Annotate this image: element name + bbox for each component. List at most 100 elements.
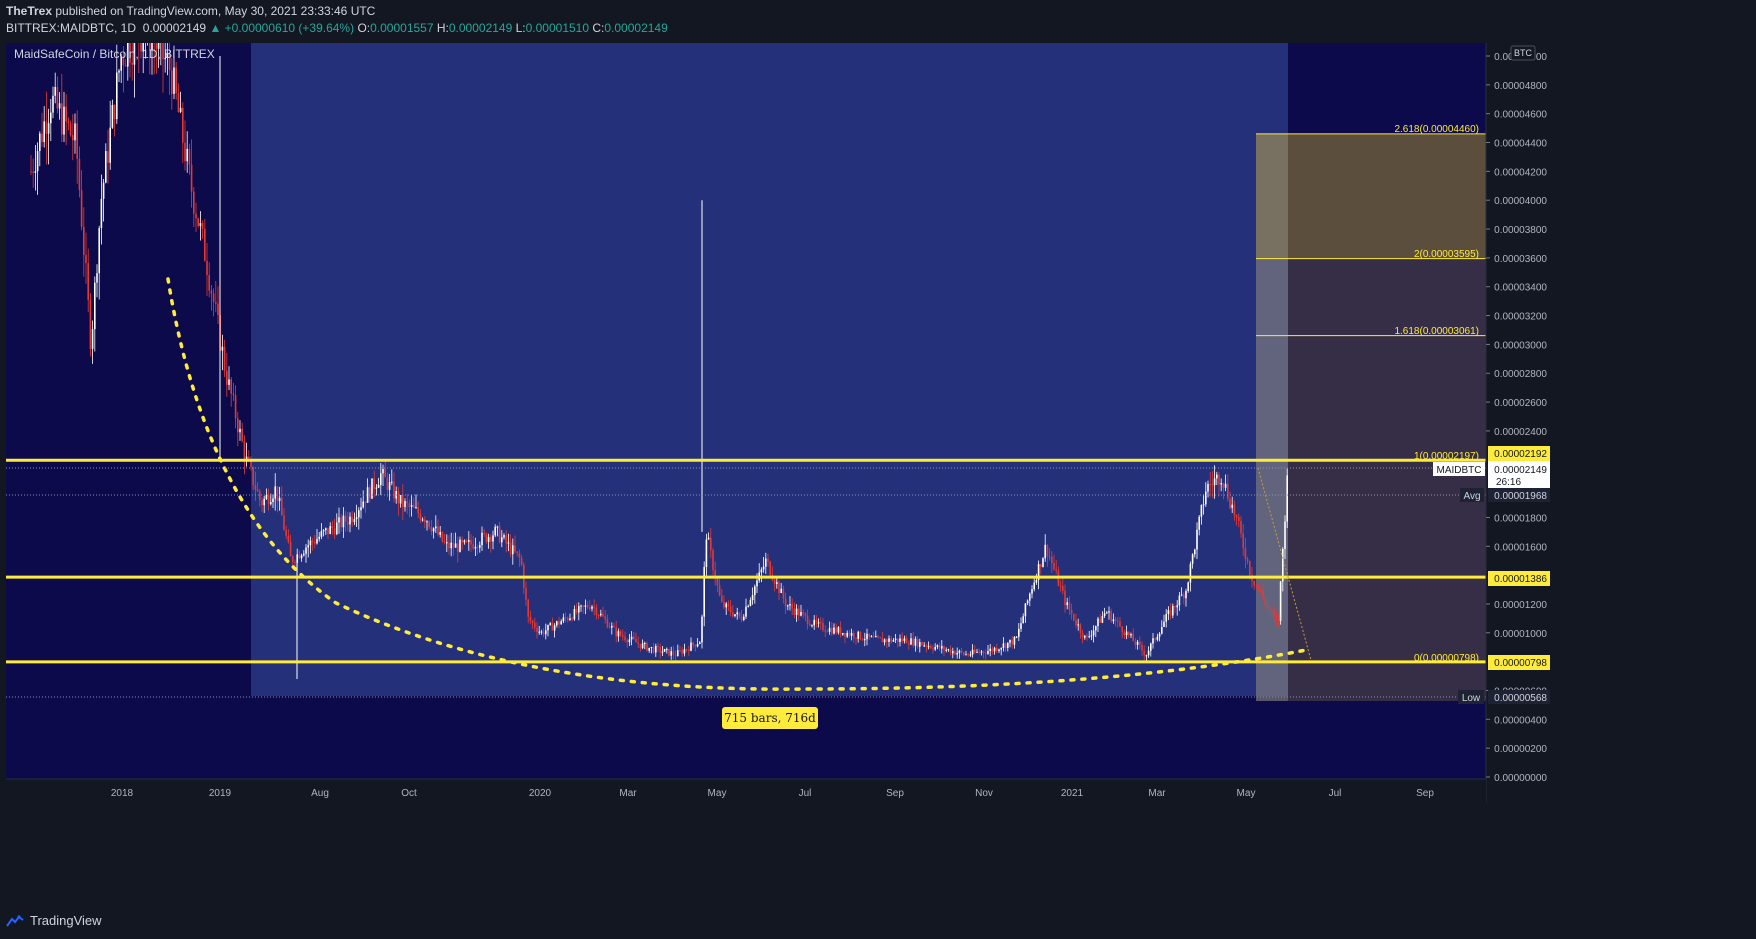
candle-body (890, 638, 892, 642)
candle-body (316, 538, 318, 544)
candle-body (820, 622, 822, 624)
candle-body (333, 528, 336, 535)
candle-body (113, 104, 116, 120)
candle-body (1143, 650, 1145, 656)
candle-body (1147, 650, 1150, 656)
candle-body (1064, 590, 1066, 606)
candle-body (186, 148, 188, 162)
candle-body (769, 561, 771, 576)
candle-body (490, 536, 492, 542)
candle-body (100, 198, 103, 229)
candle-body (285, 529, 287, 536)
candle-body (1123, 632, 1126, 636)
candle-body (892, 640, 895, 642)
candle-body (492, 535, 494, 542)
candle-body (1194, 549, 1196, 555)
candle-body (1176, 605, 1178, 608)
candle-body (866, 633, 868, 640)
candle-body (1156, 636, 1159, 640)
candle-body (527, 599, 529, 617)
candle-body (358, 510, 360, 518)
candle-body (384, 468, 386, 478)
candle-body (1114, 619, 1117, 621)
candle-body (809, 624, 811, 626)
candle-body (943, 646, 945, 651)
candle-body (732, 612, 734, 617)
candle-body (542, 631, 545, 635)
candle-body (1233, 504, 1236, 516)
candle-body (1055, 569, 1057, 571)
candle-body (1033, 582, 1035, 590)
price-chart[interactable]: MaidSafeCoin / Bitcoin, 1D, BITTREX 2.61… (6, 0, 1750, 904)
candle-body (69, 123, 72, 136)
candle-body (364, 501, 367, 503)
candle-body (628, 639, 631, 643)
candle-body (107, 151, 109, 163)
date-range-box (251, 43, 1288, 696)
candle-body (327, 528, 329, 534)
chart-area[interactable]: MaidSafeCoin / Bitcoin, 1D, BITTREX 2.61… (6, 0, 1750, 904)
candle-body (833, 627, 835, 634)
candle-body (415, 507, 417, 509)
candle-body (91, 329, 94, 349)
time-tick-label: 2019 (209, 788, 232, 799)
candle-body (1068, 602, 1071, 610)
candle-body (998, 649, 1000, 651)
candle-body (553, 625, 556, 631)
time-tick-label: May (1237, 788, 1256, 799)
candle-body (855, 637, 857, 639)
candle-body (1266, 604, 1269, 607)
candle-body (960, 650, 963, 653)
candle-body (622, 635, 624, 637)
tradingview-logo[interactable]: TradingView (6, 913, 102, 928)
price-tick-label: 0.00002400 (1494, 427, 1547, 438)
candle-body (562, 617, 565, 622)
price-tick-label: 0.00004800 (1494, 81, 1547, 92)
candle-body (505, 535, 507, 544)
candle-body (1121, 626, 1123, 633)
candle-body (846, 632, 848, 637)
time-tick-label: Mar (1148, 788, 1166, 799)
candle-body (932, 648, 934, 650)
candle-body (32, 171, 34, 173)
candle-body (886, 639, 888, 642)
candle-body (584, 605, 587, 607)
fib-label-1618: 1.618(0.00003061) (1394, 326, 1479, 337)
candle-body (318, 536, 320, 539)
candle-body (668, 648, 670, 656)
candle-body (294, 562, 296, 564)
candle-body (536, 627, 538, 632)
candle-body (947, 649, 950, 651)
candle-body (1075, 620, 1077, 626)
candle-body (182, 107, 184, 143)
price-tick-label: 0.00003600 (1494, 254, 1547, 265)
candle-body (1066, 602, 1068, 606)
publish-date: published on TradingView.com, May 30, 20… (55, 4, 376, 18)
candle-body (250, 461, 252, 468)
candle-body (47, 123, 50, 134)
low-value: 0.00001510 (525, 21, 590, 35)
candle-body (419, 513, 422, 520)
candle-body (190, 164, 193, 192)
candle-body (96, 273, 98, 283)
candle-body (58, 103, 61, 109)
candle-body (703, 566, 705, 617)
candle-body (912, 638, 914, 646)
candle-body (822, 622, 824, 631)
candle-body (1163, 621, 1165, 628)
chart-legend[interactable]: MaidSafeCoin / Bitcoin, 1D, BITTREX (14, 47, 215, 61)
candle-body (980, 651, 983, 653)
time-tick-label: 2021 (1061, 788, 1084, 799)
author-name[interactable]: TheTrex (6, 4, 52, 18)
candle-body (1227, 483, 1229, 499)
price-tick-label: 0.00000200 (1494, 744, 1547, 755)
candle-body (41, 133, 43, 142)
candle-body (1207, 484, 1209, 492)
candle-body (677, 650, 679, 657)
candle-body (751, 595, 754, 601)
candle-body (663, 649, 666, 652)
candle-body (762, 566, 765, 570)
candle-body (974, 649, 976, 653)
candle-body (791, 604, 793, 609)
candle-body (718, 585, 721, 596)
